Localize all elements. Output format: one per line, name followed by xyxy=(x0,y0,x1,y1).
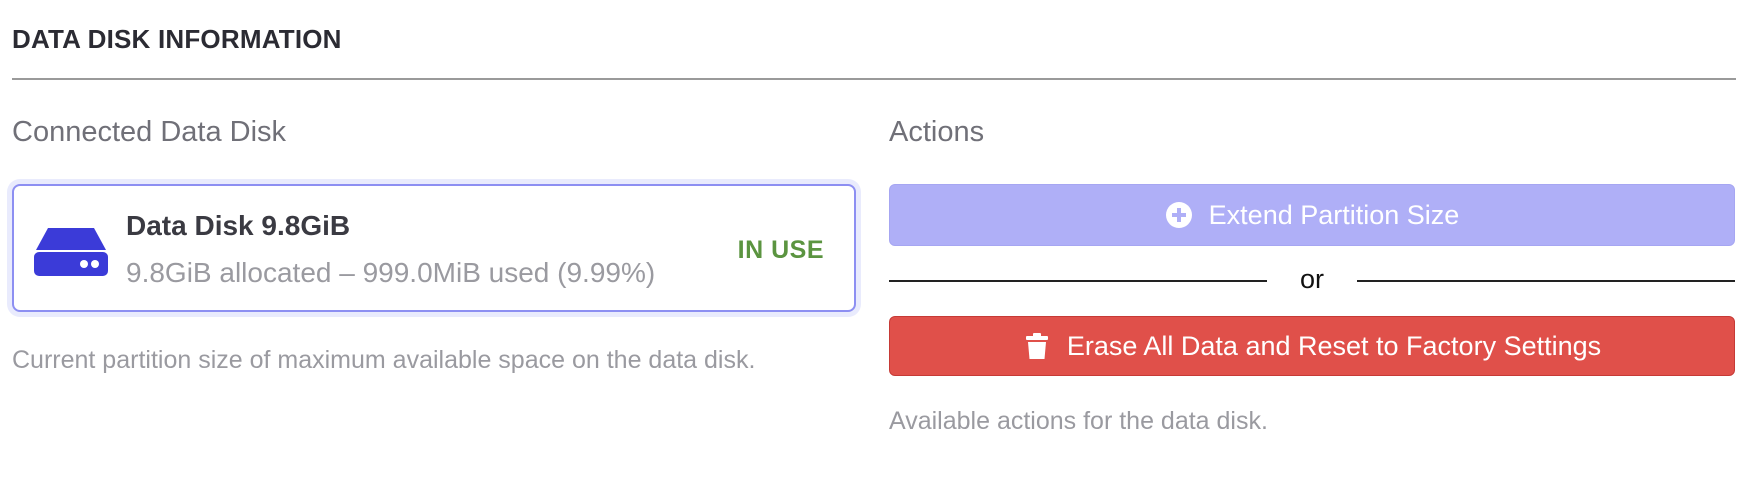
disk-name: Data Disk 9.8GiB xyxy=(126,210,351,241)
data-disk-panel: DATA DISK INFORMATION Connected Data Dis… xyxy=(0,0,1750,480)
disk-status-badge: IN USE xyxy=(737,236,824,264)
trash-icon xyxy=(1025,333,1048,359)
erase-reset-button[interactable]: Erase All Data and Reset to Factory Sett… xyxy=(889,316,1735,376)
actions-help-text: Available actions for the data disk. xyxy=(889,407,1268,435)
or-separator: or xyxy=(889,262,1735,298)
plus-circle-icon xyxy=(1165,202,1192,228)
extend-partition-label: Extend Partition Size xyxy=(1208,199,1460,230)
actions-heading: Actions xyxy=(889,116,985,148)
extend-partition-button[interactable]: Extend Partition Size xyxy=(889,184,1735,246)
connected-disk-heading: Connected Data Disk xyxy=(12,116,287,148)
title-divider xyxy=(12,78,1736,80)
data-disk-card[interactable]: Data Disk 9.8GiB 9.8GiB allocated – 999.… xyxy=(12,184,856,312)
erase-reset-label: Erase All Data and Reset to Factory Sett… xyxy=(1066,330,1602,361)
hard-drive-icon xyxy=(34,228,108,276)
section-title: DATA DISK INFORMATION xyxy=(12,24,342,54)
disk-help-text: Current partition size of maximum availa… xyxy=(12,346,756,374)
separator-line-right xyxy=(1357,280,1735,282)
disk-usage: 9.8GiB allocated – 999.0MiB used (9.99%) xyxy=(126,257,656,288)
